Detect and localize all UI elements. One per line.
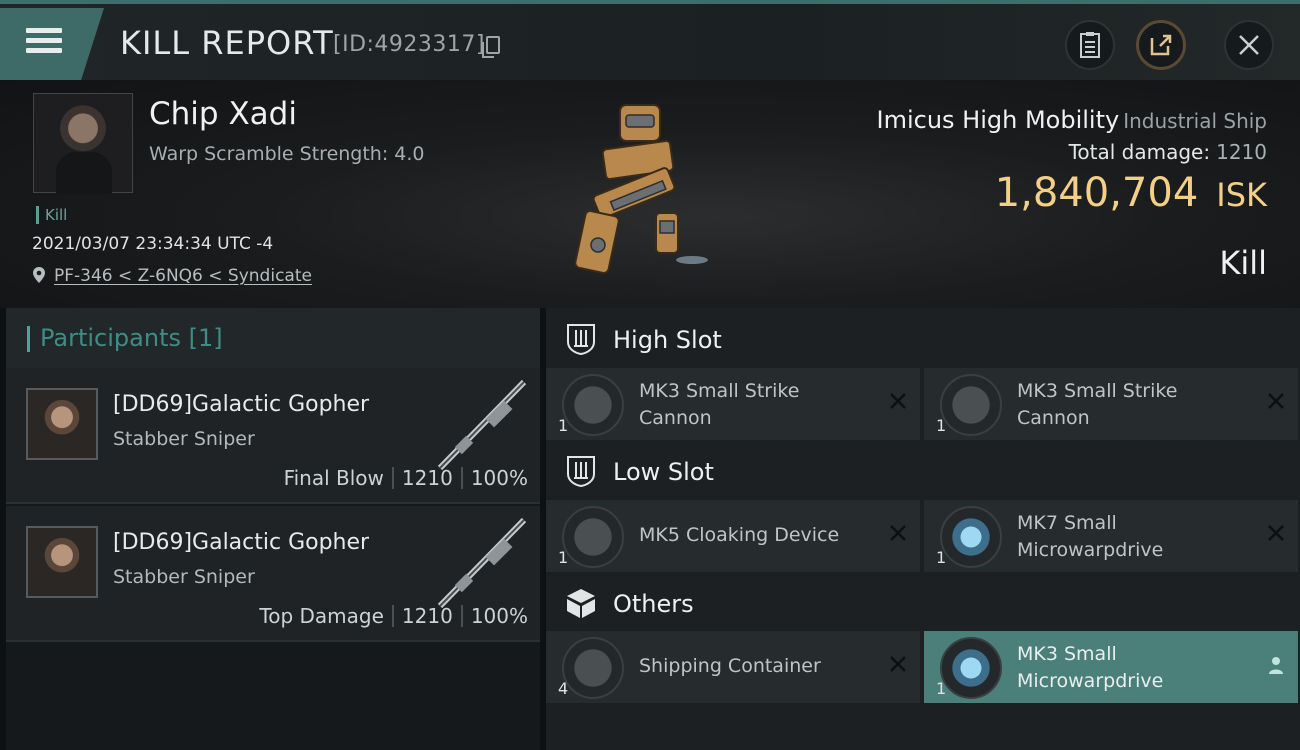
participants-header: Participants [1] xyxy=(6,308,540,368)
participant-damage: 1210 xyxy=(401,466,453,490)
location-pin-icon xyxy=(33,267,45,283)
box-icon xyxy=(567,589,595,618)
isk-amount: 1,840,704 xyxy=(994,170,1199,216)
high-slot-label: High Slot xyxy=(613,326,722,354)
kill-tag: Kill xyxy=(36,206,67,224)
module-name: MK3 Small Strike Cannon xyxy=(639,380,800,429)
module-name: MK5 Cloaking Device xyxy=(639,524,840,546)
ship-type: Imicus High Mobility xyxy=(876,106,1120,134)
module-qty: 1 xyxy=(936,679,947,698)
module-slot[interactable]: 1 MK3 Small Microwarpdrive xyxy=(924,631,1298,703)
destroyed-icon xyxy=(888,524,908,546)
container-icon xyxy=(562,637,624,699)
participant-role: Top Damage xyxy=(259,604,384,628)
share-button[interactable] xyxy=(1136,20,1186,70)
total-damage-value: 1210 xyxy=(1216,140,1267,164)
low-slot-label: Low Slot xyxy=(613,458,714,486)
module-name: MK7 Small Microwarpdrive xyxy=(1017,512,1164,561)
participant-percent: 100% xyxy=(470,604,528,628)
module-qty: 1 xyxy=(558,416,569,435)
participants-title: Participants [1] xyxy=(40,324,223,352)
dropped-icon xyxy=(1266,655,1286,677)
cannon-icon xyxy=(562,374,624,436)
module-qty: 1 xyxy=(936,416,947,435)
fitting-panel: High Slot 1 MK3 Small Strike Cannon 1 MK… xyxy=(546,308,1300,750)
clipboard-icon xyxy=(1080,32,1100,58)
module-qty: 1 xyxy=(936,548,947,567)
microwarpdrive-icon xyxy=(940,637,1002,699)
module-qty: 1 xyxy=(558,548,569,567)
destroyed-icon xyxy=(888,655,908,677)
high-slot-section: High Slot xyxy=(546,310,1300,370)
report-id: [ID:4923317] xyxy=(333,32,485,57)
weapon-icon xyxy=(437,379,527,471)
microwarpdrive-icon xyxy=(940,506,1002,568)
others-section: Others xyxy=(546,574,1300,634)
destroyed-icon xyxy=(1266,392,1286,414)
participant-avatar[interactable] xyxy=(26,526,98,598)
participants-panel: Participants [1] [DD69]Galactic Gopher S… xyxy=(6,308,540,750)
close-icon xyxy=(1239,35,1259,55)
participant-name: [DD69]Galactic Gopher xyxy=(113,530,370,555)
share-icon xyxy=(1150,34,1172,56)
others-label: Others xyxy=(613,590,694,618)
ship-class: Industrial Ship xyxy=(1123,109,1267,133)
location-link[interactable]: PF-346 < Z-6NQ6 < Syndicate xyxy=(54,266,312,286)
low-slot-icon xyxy=(567,456,595,488)
module-slot[interactable]: 1 MK3 Small Strike Cannon xyxy=(924,368,1298,440)
low-slot-section: Low Slot xyxy=(546,442,1300,502)
clipboard-button[interactable] xyxy=(1065,20,1115,70)
page-title: KILL REPORT xyxy=(120,24,334,62)
participant-percent: 100% xyxy=(470,466,528,490)
participant-name: [DD69]Galactic Gopher xyxy=(113,392,370,417)
close-button[interactable] xyxy=(1224,20,1274,70)
cloaking-device-icon xyxy=(562,506,624,568)
cannon-icon xyxy=(940,374,1002,436)
destroyed-icon xyxy=(1266,524,1286,546)
victim-avatar[interactable] xyxy=(33,93,133,194)
isk-value: 1,840,704 ISK xyxy=(995,170,1267,216)
victim-name[interactable]: Chip Xadi xyxy=(149,96,297,132)
module-name: MK3 Small Strike Cannon xyxy=(1017,380,1178,429)
copy-icon[interactable] xyxy=(482,36,500,58)
module-slot[interactable]: 4 Shipping Container xyxy=(546,631,920,703)
module-name: MK3 Small Microwarpdrive xyxy=(1017,643,1164,692)
participant-ship: Stabber Sniper xyxy=(113,428,255,450)
warp-scramble-strength: Warp Scramble Strength: 4.0 xyxy=(149,143,425,165)
participant-row[interactable]: [DD69]Galactic Gopher Stabber Sniper Fin… xyxy=(6,368,540,504)
menu-button[interactable] xyxy=(0,8,104,80)
total-damage: Total damage: 1210 xyxy=(1069,140,1267,164)
total-damage-label: Total damage: xyxy=(1068,140,1211,164)
participant-damage: 1210 xyxy=(401,604,453,628)
participant-row[interactable]: [DD69]Galactic Gopher Stabber Sniper Top… xyxy=(6,506,540,642)
menu-icon xyxy=(26,28,62,33)
module-slot[interactable]: 1 MK5 Cloaking Device xyxy=(546,500,920,572)
high-slot-icon xyxy=(567,324,595,356)
weapon-icon xyxy=(437,517,527,609)
participant-ship: Stabber Sniper xyxy=(113,566,255,588)
participant-stats: Final Blow 1210 100% xyxy=(284,466,528,490)
module-slot[interactable]: 1 MK3 Small Strike Cannon xyxy=(546,368,920,440)
module-qty: 4 xyxy=(558,679,569,698)
ship-render xyxy=(574,104,708,274)
isk-unit: ISK xyxy=(1216,176,1267,214)
module-name: Shipping Container xyxy=(639,655,821,677)
module-slot[interactable]: 1 MK7 Small Microwarpdrive xyxy=(924,500,1298,572)
participant-role: Final Blow xyxy=(283,466,384,490)
participant-avatar[interactable] xyxy=(26,388,98,460)
destroyed-icon xyxy=(888,392,908,414)
kill-timestamp: 2021/03/07 23:34:34 UTC -4 xyxy=(32,234,274,254)
header-bar: KILL REPORT [ID:4923317] xyxy=(0,0,1300,80)
kill-result: Kill xyxy=(1219,244,1267,282)
participant-stats: Top Damage 1210 100% xyxy=(259,604,528,628)
ship-name[interactable]: Imicus High Mobility Industrial Ship xyxy=(877,106,1267,134)
